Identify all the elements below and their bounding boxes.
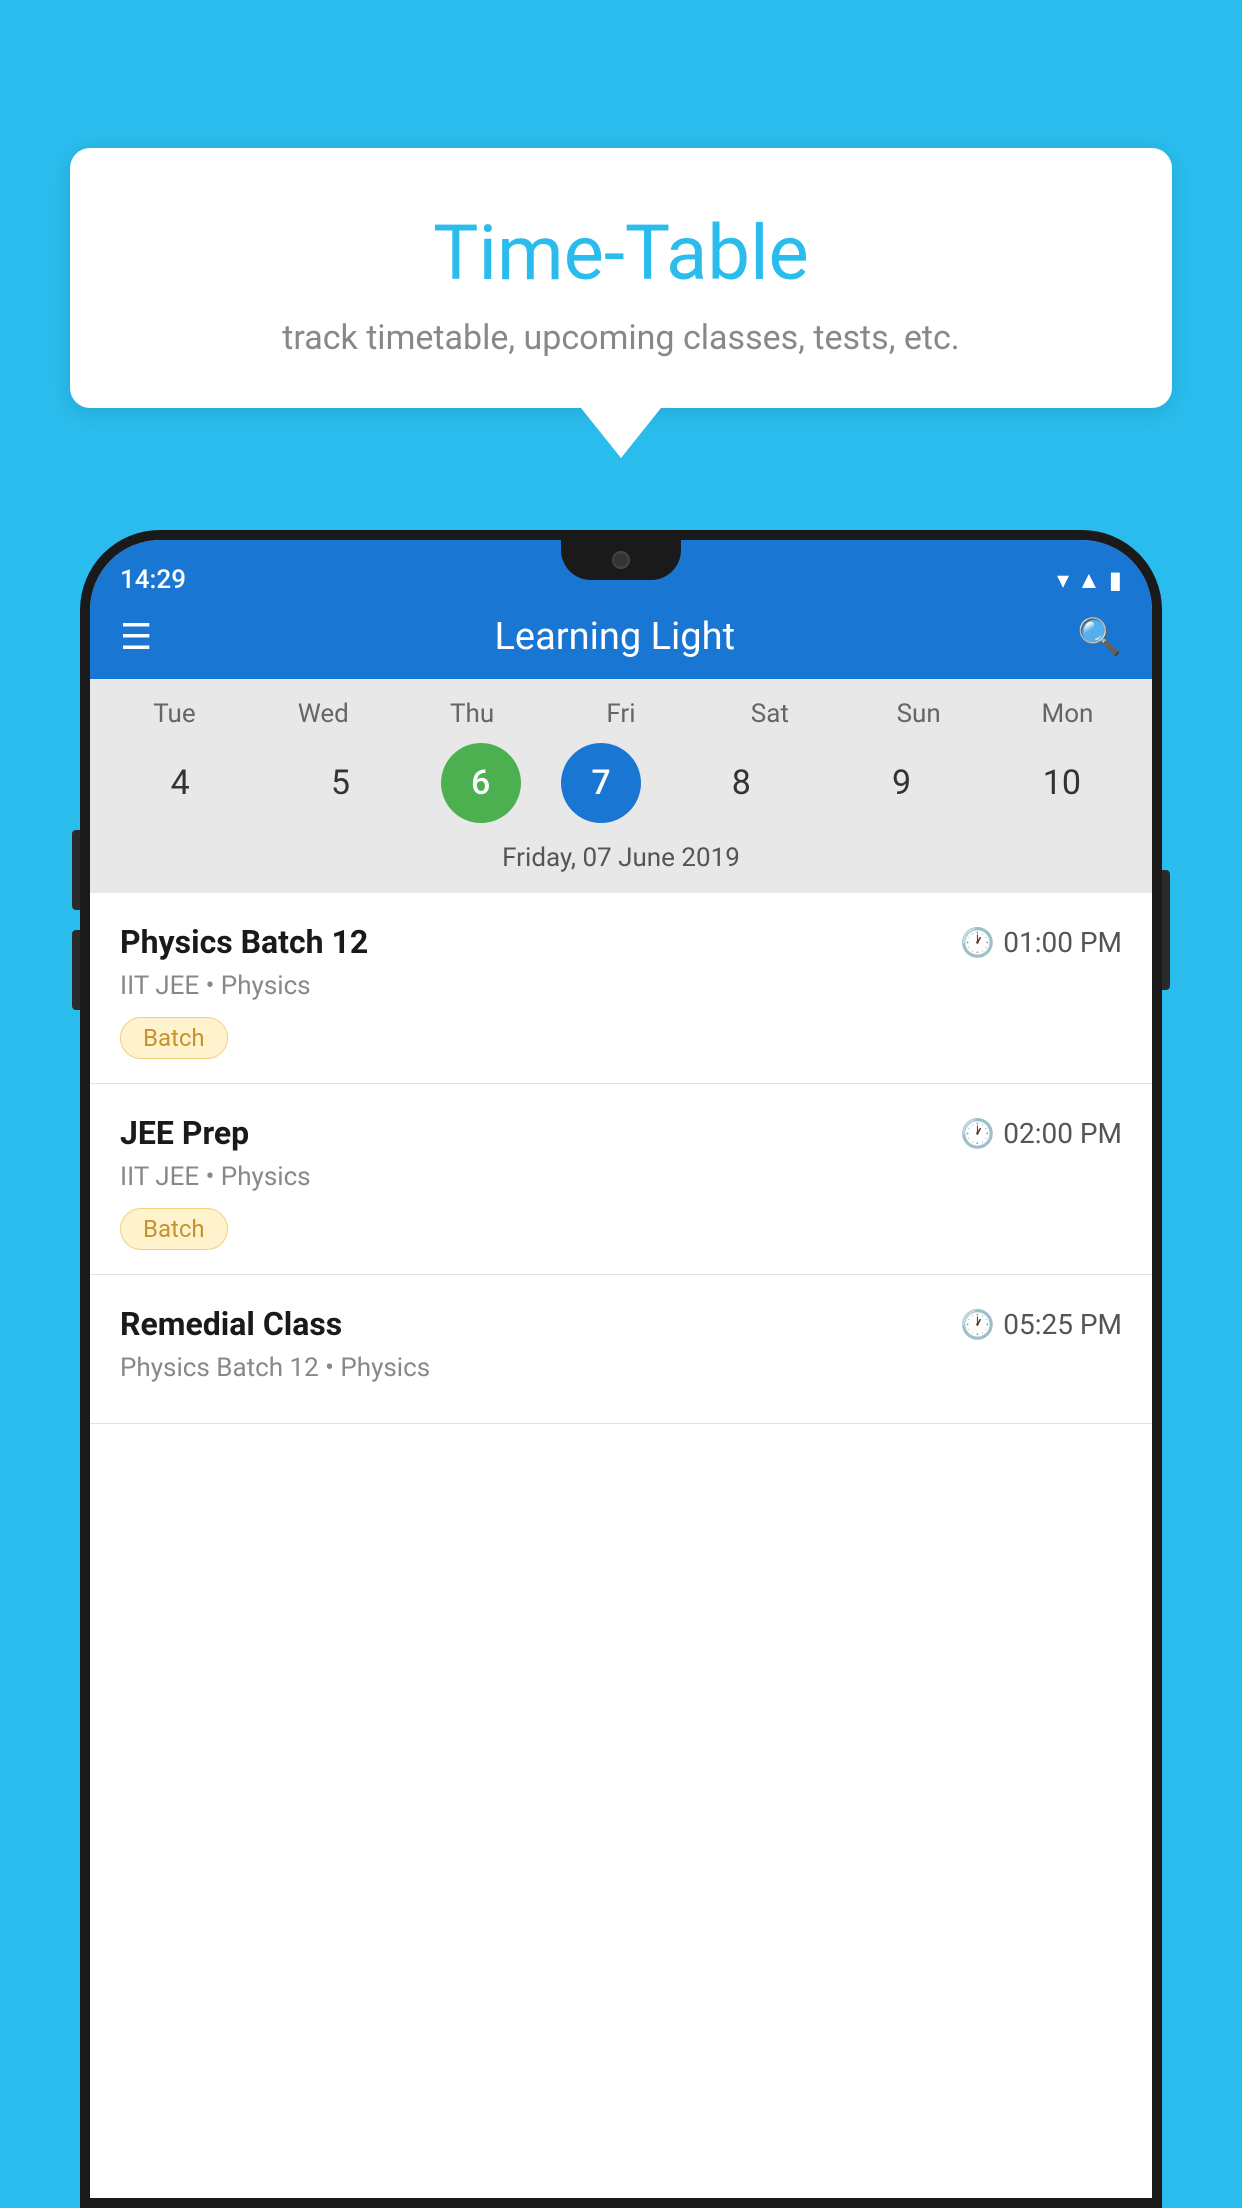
schedule-item-subtitle: Physics Batch 12 • Physics bbox=[120, 1353, 1122, 1383]
battery-icon: ▮ bbox=[1109, 566, 1122, 594]
clock-icon: 🕐 bbox=[960, 926, 995, 959]
schedule-item-title: Physics Batch 12 bbox=[120, 923, 368, 961]
selected-date-label: Friday, 07 June 2019 bbox=[100, 837, 1142, 883]
schedule-item-title: JEE Prep bbox=[120, 1114, 249, 1152]
day-header-tue: Tue bbox=[114, 699, 234, 729]
schedule-item[interactable]: JEE Prep 🕐 02:00 PM IIT JEE • Physics Ba… bbox=[90, 1084, 1152, 1275]
batch-badge: Batch bbox=[120, 1208, 228, 1250]
schedule-item-time: 🕐 05:25 PM bbox=[960, 1308, 1122, 1341]
schedule-list: Physics Batch 12 🕐 01:00 PM IIT JEE • Ph… bbox=[90, 893, 1152, 2198]
day-10[interactable]: 10 bbox=[1002, 743, 1122, 823]
phone-notch bbox=[561, 540, 681, 580]
phone-screen: ☰ Learning Light 🔍 Tue Wed Thu Fri Sat S… bbox=[90, 540, 1152, 2198]
status-icons: ▾ ▲ ▮ bbox=[1057, 566, 1122, 595]
camera bbox=[612, 551, 630, 569]
power-button bbox=[1162, 870, 1170, 990]
search-icon[interactable]: 🔍 bbox=[1077, 616, 1122, 658]
schedule-item[interactable]: Remedial Class 🕐 05:25 PM Physics Batch … bbox=[90, 1275, 1152, 1424]
day-4[interactable]: 4 bbox=[120, 743, 240, 823]
day-5[interactable]: 5 bbox=[280, 743, 400, 823]
day-9[interactable]: 9 bbox=[842, 743, 962, 823]
day-6-today[interactable]: 6 bbox=[441, 743, 521, 823]
day-header-thu: Thu bbox=[412, 699, 532, 729]
day-header-sun: Sun bbox=[859, 699, 979, 729]
time-value: 01:00 PM bbox=[1003, 926, 1122, 959]
status-time: 14:29 bbox=[120, 565, 186, 595]
bubble-arrow bbox=[581, 408, 661, 458]
volume-up-button bbox=[72, 830, 80, 910]
speech-bubble: Time-Table track timetable, upcoming cla… bbox=[70, 148, 1172, 408]
bubble-subtitle: track timetable, upcoming classes, tests… bbox=[110, 318, 1132, 358]
wifi-icon: ▾ bbox=[1057, 566, 1069, 594]
day-header-sat: Sat bbox=[710, 699, 830, 729]
schedule-item-time: 🕐 01:00 PM bbox=[960, 926, 1122, 959]
schedule-item-title: Remedial Class bbox=[120, 1305, 342, 1343]
volume-down-button bbox=[72, 930, 80, 1010]
signal-icon: ▲ bbox=[1077, 566, 1101, 595]
day-headers: Tue Wed Thu Fri Sat Sun Mon bbox=[100, 699, 1142, 729]
clock-icon: 🕐 bbox=[960, 1117, 995, 1150]
day-header-mon: Mon bbox=[1007, 699, 1127, 729]
schedule-item-header: Physics Batch 12 🕐 01:00 PM bbox=[120, 923, 1122, 961]
phone-frame: 14:29 ▾ ▲ ▮ ☰ Learning Light 🔍 Tue bbox=[80, 530, 1162, 2208]
app-title: Learning Light bbox=[494, 615, 735, 659]
schedule-item-header: JEE Prep 🕐 02:00 PM bbox=[120, 1114, 1122, 1152]
schedule-item-header: Remedial Class 🕐 05:25 PM bbox=[120, 1305, 1122, 1343]
day-header-wed: Wed bbox=[263, 699, 383, 729]
speech-bubble-container: Time-Table track timetable, upcoming cla… bbox=[70, 148, 1172, 458]
schedule-item[interactable]: Physics Batch 12 🕐 01:00 PM IIT JEE • Ph… bbox=[90, 893, 1152, 1084]
bubble-title: Time-Table bbox=[110, 208, 1132, 298]
menu-icon[interactable]: ☰ bbox=[120, 616, 152, 658]
clock-icon: 🕐 bbox=[960, 1308, 995, 1341]
batch-badge: Batch bbox=[120, 1017, 228, 1059]
time-value: 05:25 PM bbox=[1003, 1308, 1122, 1341]
schedule-item-subtitle: IIT JEE • Physics bbox=[120, 1162, 1122, 1192]
day-numbers: 4 5 6 7 8 9 10 bbox=[100, 743, 1142, 823]
phone-container: 14:29 ▾ ▲ ▮ ☰ Learning Light 🔍 Tue bbox=[80, 530, 1162, 2208]
calendar-strip: Tue Wed Thu Fri Sat Sun Mon 4 5 6 7 8 9 … bbox=[90, 679, 1152, 893]
schedule-item-time: 🕐 02:00 PM bbox=[960, 1117, 1122, 1150]
schedule-item-subtitle: IIT JEE • Physics bbox=[120, 971, 1122, 1001]
day-8[interactable]: 8 bbox=[681, 743, 801, 823]
day-header-fri: Fri bbox=[561, 699, 681, 729]
time-value: 02:00 PM bbox=[1003, 1117, 1122, 1150]
day-7-selected[interactable]: 7 bbox=[561, 743, 641, 823]
